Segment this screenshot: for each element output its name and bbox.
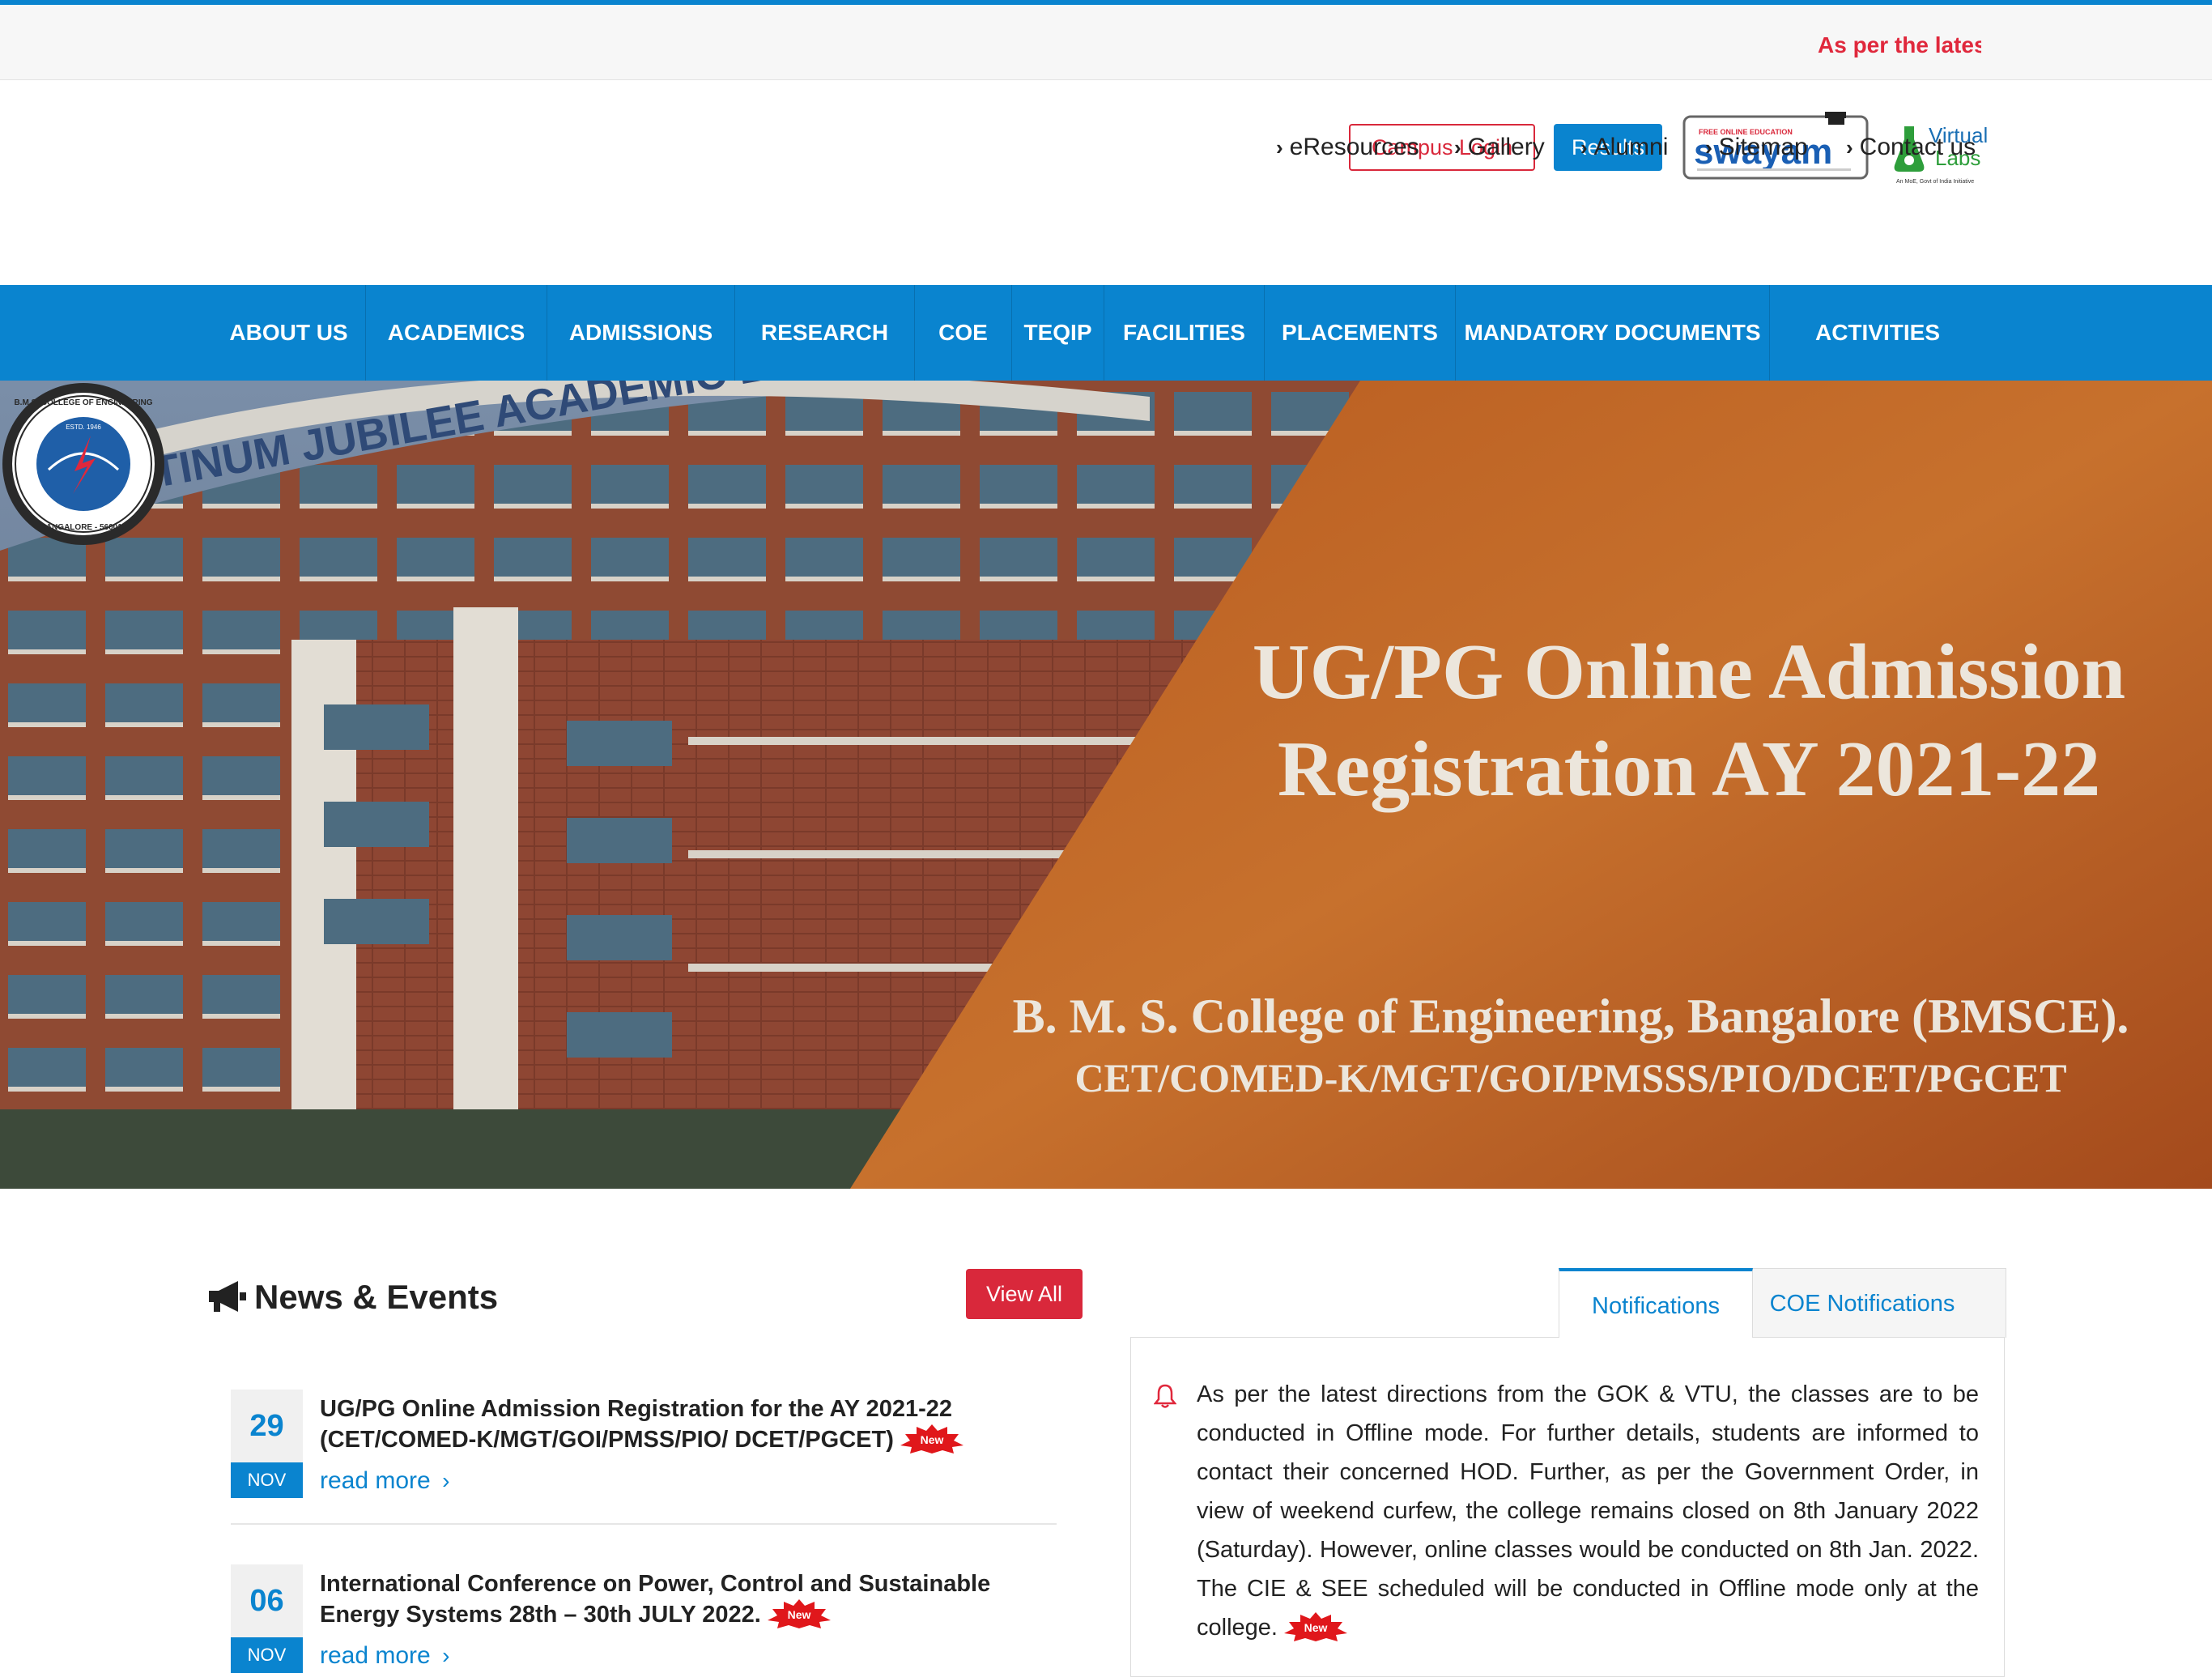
svg-text:BANGALORE - 560019: BANGALORE - 560019 xyxy=(40,523,127,532)
read-more-link[interactable]: read more › xyxy=(320,1642,449,1670)
nav-about-us[interactable]: ABOUT US xyxy=(212,285,366,381)
svg-text:New: New xyxy=(1304,1621,1328,1634)
svg-text:ESTD. 1946: ESTD. 1946 xyxy=(66,424,101,431)
news-events-heading: News & Events xyxy=(206,1278,498,1317)
news-divider xyxy=(231,1523,1057,1525)
chevron-right-icon: › xyxy=(442,1643,450,1668)
news-item: 06 NOV International Conference on Power… xyxy=(231,1564,1057,1673)
ticker-bar: As per the latest directions from the GO… xyxy=(0,5,2212,80)
news-ticker[interactable]: As per the latest directions from the GO… xyxy=(1818,29,1981,62)
nav-facilities[interactable]: FACILITIES xyxy=(1104,285,1265,381)
view-all-button[interactable]: View All xyxy=(966,1269,1083,1319)
nav-mandatory-documents[interactable]: MANDATORY DOCUMENTS xyxy=(1456,285,1770,381)
svg-text:New: New xyxy=(921,1433,944,1446)
svg-text:An MoE, Govt of India Initiati: An MoE, Govt of India Initiative xyxy=(1896,179,1974,185)
nav-research[interactable]: RESEARCH xyxy=(735,285,915,381)
nav-coe[interactable]: COE xyxy=(915,285,1012,381)
svg-text:B.M.S. COLLEGE OF ENGINEERING: B.M.S. COLLEGE OF ENGINEERING xyxy=(14,398,152,407)
banner-subtitle-college: B. M. S. College of Engineering, Bangalo… xyxy=(1012,990,2129,1043)
tab-notifications[interactable]: Notifications xyxy=(1559,1268,1753,1338)
main-nav: ABOUT US ACADEMICS ADMISSIONS RESEARCH C… xyxy=(0,285,2212,381)
nav-academics[interactable]: ACADEMICS xyxy=(366,285,547,381)
news-headline[interactable]: International Conference on Power, Contr… xyxy=(320,1569,1049,1630)
date-month: NOV xyxy=(231,1637,303,1673)
new-badge-icon: New xyxy=(900,1424,963,1454)
tab-coe-notifications[interactable]: COE Notifications xyxy=(1718,1268,2006,1338)
news-headline[interactable]: UG/PG Online Admission Registration for … xyxy=(320,1394,1049,1455)
notification-item[interactable]: As per the latest directions from the GO… xyxy=(1197,1375,1979,1647)
new-badge-icon: New xyxy=(767,1599,831,1628)
toplink-sitemap[interactable]: › Sitemap xyxy=(1705,131,1808,164)
hero-banner[interactable]: PLATINUM JUBILEE ACADEMIC BLOCK B.M.S. C… xyxy=(0,381,2212,1189)
date-badge: 29 NOV xyxy=(231,1390,303,1498)
nav-admissions[interactable]: ADMISSIONS xyxy=(547,285,735,381)
read-more-link[interactable]: read more › xyxy=(320,1467,449,1495)
site-header: Campus Login Results FREE ONLINE EDUCATI… xyxy=(0,81,2212,285)
bmsce-logo: B.M.S. COLLEGE OF ENGINEERING BANGALORE … xyxy=(2,383,164,545)
banner-subtitle-quotas: CET/COMED-K/MGT/GOI/PMSSS/PIO/DCET/PGCET xyxy=(1074,1055,2067,1100)
date-badge: 06 NOV xyxy=(231,1564,303,1673)
bell-icon xyxy=(1154,1384,1176,1408)
banner-title: UG/PG Online Admission Registration AY 2… xyxy=(1252,628,2126,813)
nav-placements[interactable]: PLACEMENTS xyxy=(1265,285,1456,381)
new-badge-icon: New xyxy=(1283,1612,1347,1641)
svg-text:New: New xyxy=(787,1608,810,1621)
toplink-contact-us[interactable]: › Contact us xyxy=(1846,131,1976,164)
nav-teqip[interactable]: TEQIP xyxy=(1012,285,1104,381)
date-day: 29 xyxy=(231,1390,303,1462)
date-month: NOV xyxy=(231,1462,303,1498)
date-day: 06 xyxy=(231,1564,303,1637)
toplink-alumni[interactable]: › Alumni xyxy=(1580,131,1668,164)
news-item: 29 NOV UG/PG Online Admission Registrati… xyxy=(231,1390,1057,1511)
toplink-eresources[interactable]: › eResources xyxy=(1276,131,1419,164)
chevron-right-icon: › xyxy=(442,1468,450,1493)
megaphone-icon xyxy=(209,1281,246,1312)
nav-activities[interactable]: ACTIVITIES xyxy=(1770,285,1985,381)
toplink-gallery[interactable]: › Gallery xyxy=(1454,131,1545,164)
